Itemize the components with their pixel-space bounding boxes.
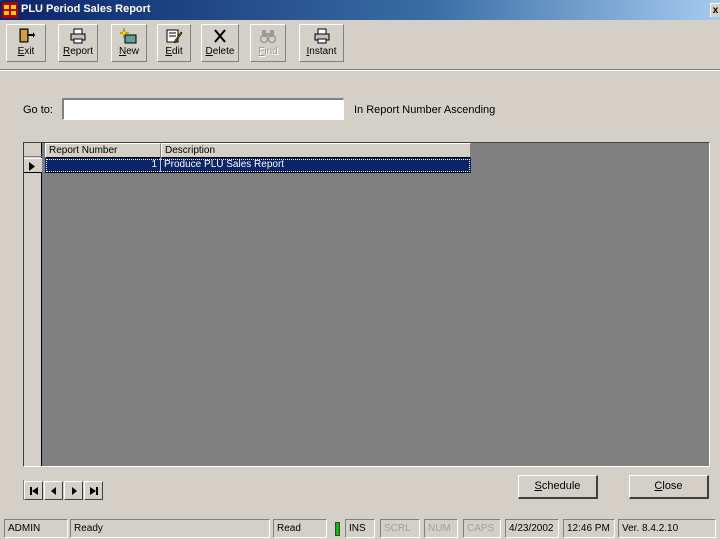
find-button-label: Find [258, 46, 278, 57]
last-record-icon [90, 487, 98, 495]
status-date: 4/23/2002 [505, 519, 559, 538]
indicator-header [24, 143, 42, 157]
exit-button-label: Exit [17, 46, 35, 57]
goto-input[interactable] [62, 98, 344, 120]
previous-record-button[interactable] [44, 481, 63, 500]
report-button[interactable]: Report [58, 24, 98, 62]
grid-header-row: Report Number Description [45, 143, 471, 158]
instant-button-label: Instant [306, 46, 337, 57]
edit-button-label: Edit [165, 46, 183, 57]
next-record-icon [72, 487, 77, 495]
report-button-label: Report [62, 46, 94, 57]
printer-icon [300, 27, 343, 45]
delete-button[interactable]: Delete [201, 24, 239, 62]
schedule-button[interactable]: Schedule [518, 475, 598, 499]
new-button[interactable]: New [111, 24, 147, 62]
status-caps: CAPS [463, 519, 501, 538]
activity-led [335, 522, 340, 536]
delete-button-label: Delete [205, 46, 235, 57]
current-row-indicator[interactable] [24, 158, 42, 173]
toolbar-divider [0, 70, 720, 71]
window-title: PLU Period Sales Report [21, 3, 151, 15]
delete-x-icon [202, 27, 238, 45]
edit-button[interactable]: Edit [157, 24, 191, 62]
column-header-description[interactable]: Description [161, 143, 471, 158]
new-button-label: New [118, 46, 140, 57]
row-pointer-icon [29, 162, 35, 171]
cell-description: Produce PLU Sales Report [164, 159, 285, 170]
status-time: 12:46 PM [563, 519, 615, 538]
previous-record-icon [51, 487, 56, 495]
grid-separator [42, 143, 45, 466]
status-mode: Read [273, 519, 327, 538]
last-record-button[interactable] [84, 481, 103, 500]
printer-icon [59, 27, 97, 45]
cell-report-number: 1 [45, 158, 161, 172]
first-record-icon [30, 487, 38, 495]
close-button[interactable]: Close [629, 475, 709, 499]
instant-button[interactable]: Instant [299, 24, 344, 62]
sort-order-label: In Report Number Ascending [354, 104, 496, 116]
record-navigator [23, 480, 103, 500]
row-indicator-column [24, 143, 42, 466]
status-num: NUM [424, 519, 458, 538]
toolbar: Exit Report New Edit Delete Find Instant [0, 20, 720, 71]
title-bar: PLU Period Sales Report x [0, 0, 720, 20]
status-ins: INS [345, 519, 375, 538]
exit-door-icon [7, 27, 45, 45]
column-header-report-number[interactable]: Report Number [45, 143, 161, 158]
status-scrl: SCRL [380, 519, 420, 538]
window-close-button[interactable]: x [710, 3, 720, 17]
status-user: ADMIN [4, 519, 68, 538]
edit-pencil-icon [158, 27, 190, 45]
report-grid[interactable]: Report Number Description 1 Produce PLU … [23, 142, 710, 467]
next-record-button[interactable] [64, 481, 83, 500]
binoculars-icon [251, 27, 285, 45]
table-row[interactable]: 1 Produce PLU Sales Report [45, 158, 471, 173]
exit-button[interactable]: Exit [6, 24, 46, 62]
find-button[interactable]: Find [250, 24, 286, 62]
status-version: Ver. 8.4.2.10 [618, 519, 716, 538]
status-state: Ready [70, 519, 270, 538]
new-sparkle-icon [112, 27, 146, 45]
goto-label: Go to: [23, 104, 53, 116]
first-record-button[interactable] [24, 481, 43, 500]
app-icon [2, 2, 18, 18]
status-bar: ADMIN Ready Read INS SCRL NUM CAPS 4/23/… [0, 516, 720, 539]
